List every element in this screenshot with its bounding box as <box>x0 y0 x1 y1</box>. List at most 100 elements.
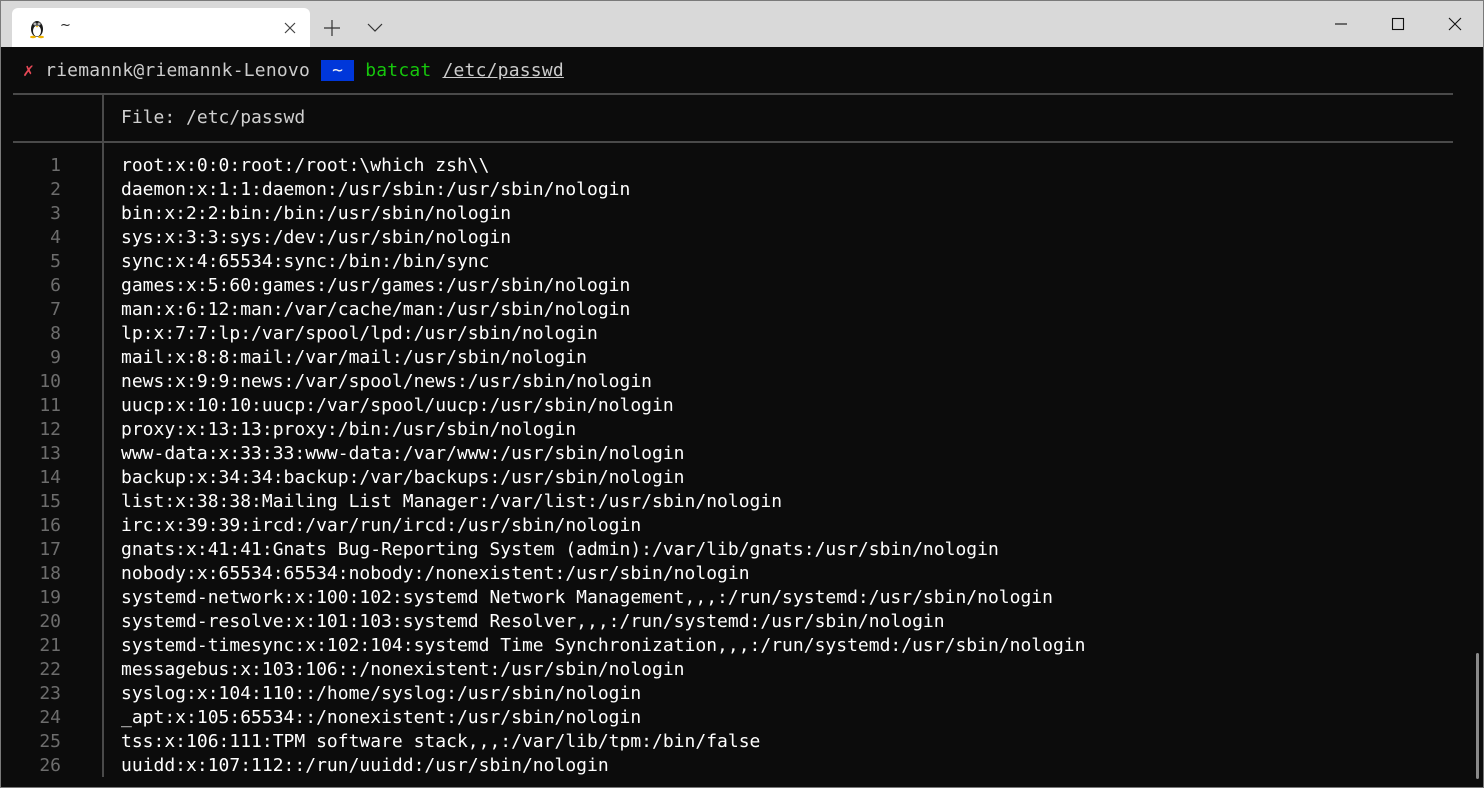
line-text: _apt:x:105:65534::/nonexistent:/usr/sbin… <box>121 707 642 728</box>
line-text: man:x:6:12:man:/var/cache/man:/usr/sbin/… <box>121 299 631 320</box>
file-line: 5 sync:x:4:65534:sync:/bin:/bin/sync <box>1 250 1461 274</box>
line-text: list:x:38:38:Mailing List Manager:/var/l… <box>121 491 783 512</box>
file-line: 1 root:x:0:0:root:/root:\which zsh\\ <box>1 154 1461 178</box>
prompt-error-status: ✗ <box>23 60 35 81</box>
file-line: 24 _apt:x:105:65534::/nonexistent:/usr/sb… <box>1 706 1461 730</box>
line-number: 4 <box>50 227 61 248</box>
file-line: 20 systemd-resolve:x:101:103:systemd Reso… <box>1 610 1461 634</box>
line-text: lp:x:7:7:lp:/var/spool/lpd:/usr/sbin/nol… <box>121 323 598 344</box>
file-line: 4 sys:x:3:3:sys:/dev:/usr/sbin/nologin <box>1 226 1461 250</box>
line-text: systemd-timesync:x:102:104:systemd Time … <box>121 635 1086 656</box>
shell-prompt: ✗ riemannk@riemannk-Lenovo ~ batcat /etc… <box>23 59 564 83</box>
line-text: systemd-resolve:x:101:103:systemd Resolv… <box>121 611 945 632</box>
line-number: 24 <box>39 707 61 728</box>
line-number: 1 <box>50 155 61 176</box>
file-line: 6 games:x:5:60:games:/usr/games:/usr/sbin… <box>1 274 1461 298</box>
line-text: backup:x:34:34:backup:/var/backups:/usr/… <box>121 467 685 488</box>
line-number: 6 <box>50 275 61 296</box>
terminal-content[interactable]: ✗ riemannk@riemannk-Lenovo ~ batcat /etc… <box>1 47 1483 787</box>
terminal-window: ~ ✗ riemannk@riemannk-Lenovo ~ batcat /e… <box>0 0 1484 788</box>
line-number: 17 <box>39 539 61 560</box>
line-number: 16 <box>39 515 61 536</box>
file-line: 3 bin:x:2:2:bin:/bin:/usr/sbin/nologin <box>1 202 1461 226</box>
scrollbar-thumb[interactable] <box>1476 653 1479 779</box>
line-number: 3 <box>50 203 61 224</box>
line-text: uuidd:x:107:112::/run/uuidd:/usr/sbin/no… <box>121 755 609 776</box>
minimize-button[interactable] <box>1312 1 1370 47</box>
line-text: sync:x:4:65534:sync:/bin:/bin/sync <box>121 251 490 272</box>
line-text: tss:x:106:111:TPM software stack,,,:/var… <box>121 731 761 752</box>
line-number: 14 <box>39 467 61 488</box>
bat-top-border <box>13 93 1453 95</box>
line-text: sys:x:3:3:sys:/dev:/usr/sbin/nologin <box>121 227 512 248</box>
file-line: 15 list:x:38:38:Mailing List Manager:/var… <box>1 490 1461 514</box>
line-number: 12 <box>39 419 61 440</box>
title-bar[interactable]: ~ <box>1 1 1483 47</box>
file-line: 19 systemd-network:x:100:102:systemd Netw… <box>1 586 1461 610</box>
file-line: 2 daemon:x:1:1:daemon:/usr/sbin:/usr/sbin… <box>1 178 1461 202</box>
file-lines: 1 root:x:0:0:root:/root:\which zsh\\ 2 daem… <box>1 154 1461 778</box>
line-text: nobody:x:65534:65534:nobody:/nonexistent… <box>121 563 750 584</box>
line-number: 10 <box>39 371 61 392</box>
close-icon <box>1448 17 1462 31</box>
line-number: 11 <box>39 395 61 416</box>
line-number: 15 <box>39 491 61 512</box>
line-number: 23 <box>39 683 61 704</box>
line-number: 5 <box>50 251 61 272</box>
line-number: 18 <box>39 563 61 584</box>
tab-home[interactable]: ~ <box>12 8 310 47</box>
line-text: uucp:x:10:10:uucp:/var/spool/uucp:/usr/s… <box>121 395 674 416</box>
line-text: bin:x:2:2:bin:/bin:/usr/sbin/nologin <box>121 203 512 224</box>
line-text: systemd-network:x:100:102:systemd Networ… <box>121 587 1053 608</box>
bat-file-header: File: /etc/passwd <box>121 107 306 128</box>
file-line: 14 backup:x:34:34:backup:/var/backups:/us… <box>1 466 1461 490</box>
linux-tux-icon <box>30 21 44 39</box>
tab-close-icon[interactable] <box>282 20 298 36</box>
prompt-dir-segment: ~ <box>321 60 355 81</box>
new-tab-plus-icon[interactable] <box>321 17 343 39</box>
bat-header-border <box>13 141 1453 143</box>
line-text: mail:x:8:8:mail:/var/mail:/usr/sbin/nolo… <box>121 347 587 368</box>
file-line: 12 proxy:x:13:13:proxy:/bin:/usr/sbin/nol… <box>1 418 1461 442</box>
line-number: 25 <box>39 731 61 752</box>
line-text: daemon:x:1:1:daemon:/usr/sbin:/usr/sbin/… <box>121 179 631 200</box>
line-number: 8 <box>50 323 61 344</box>
file-line: 17 gnats:x:41:41:Gnats Bug-Reporting Syst… <box>1 538 1461 562</box>
prompt-user-host: riemannk@riemannk-Lenovo <box>45 60 310 81</box>
line-text: gnats:x:41:41:Gnats Bug-Reporting System… <box>121 539 999 560</box>
line-number: 19 <box>39 587 61 608</box>
maximize-icon <box>1391 17 1405 31</box>
file-line: 23 syslog:x:104:110::/home/syslog:/usr/sb… <box>1 682 1461 706</box>
file-line: 10 news:x:9:9:news:/var/spool/news:/usr/s… <box>1 370 1461 394</box>
file-line: 22 messagebus:x:103:106::/nonexistent:/us… <box>1 658 1461 682</box>
close-window-button[interactable] <box>1426 1 1483 47</box>
line-text: news:x:9:9:news:/var/spool/news:/usr/sbi… <box>121 371 653 392</box>
file-line: 21 systemd-timesync:x:102:104:systemd Tim… <box>1 634 1461 658</box>
file-line: 8 lp:x:7:7:lp:/var/spool/lpd:/usr/sbin/no… <box>1 322 1461 346</box>
file-line: 25 tss:x:106:111:TPM software stack,,,:/v… <box>1 730 1461 754</box>
minimize-icon <box>1335 23 1347 25</box>
prompt-command: batcat <box>365 60 432 81</box>
prompt-argument[interactable]: /etc/passwd <box>442 60 563 81</box>
line-number: 9 <box>50 347 61 368</box>
line-number: 26 <box>39 755 61 776</box>
line-number: 20 <box>39 611 61 632</box>
line-number: 22 <box>39 659 61 680</box>
file-line: 11 uucp:x:10:10:uucp:/var/spool/uucp:/usr… <box>1 394 1461 418</box>
line-number: 21 <box>39 635 61 656</box>
file-line: 9 mail:x:8:8:mail:/var/mail:/usr/sbin/nol… <box>1 346 1461 370</box>
file-line: 18 nobody:x:65534:65534:nobody:/nonexiste… <box>1 562 1461 586</box>
tab-title: ~ <box>60 18 71 33</box>
line-text: www-data:x:33:33:www-data:/var/www:/usr/… <box>121 443 685 464</box>
file-line: 26 uuidd:x:107:112::/run/uuidd:/usr/sbin/… <box>1 754 1461 778</box>
line-number: 13 <box>39 443 61 464</box>
maximize-button[interactable] <box>1369 1 1427 47</box>
file-line: 16 irc:x:39:39:ircd:/var/run/ircd:/usr/sb… <box>1 514 1461 538</box>
file-line: 13 www-data:x:33:33:www-data:/var/www:/us… <box>1 442 1461 466</box>
line-text: games:x:5:60:games:/usr/games:/usr/sbin/… <box>121 275 631 296</box>
file-line: 7 man:x:6:12:man:/var/cache/man:/usr/sbin… <box>1 298 1461 322</box>
line-number: 7 <box>50 299 61 320</box>
chevron-down-icon[interactable] <box>365 20 385 34</box>
line-number: 2 <box>50 179 61 200</box>
line-text: proxy:x:13:13:proxy:/bin:/usr/sbin/nolog… <box>121 419 577 440</box>
